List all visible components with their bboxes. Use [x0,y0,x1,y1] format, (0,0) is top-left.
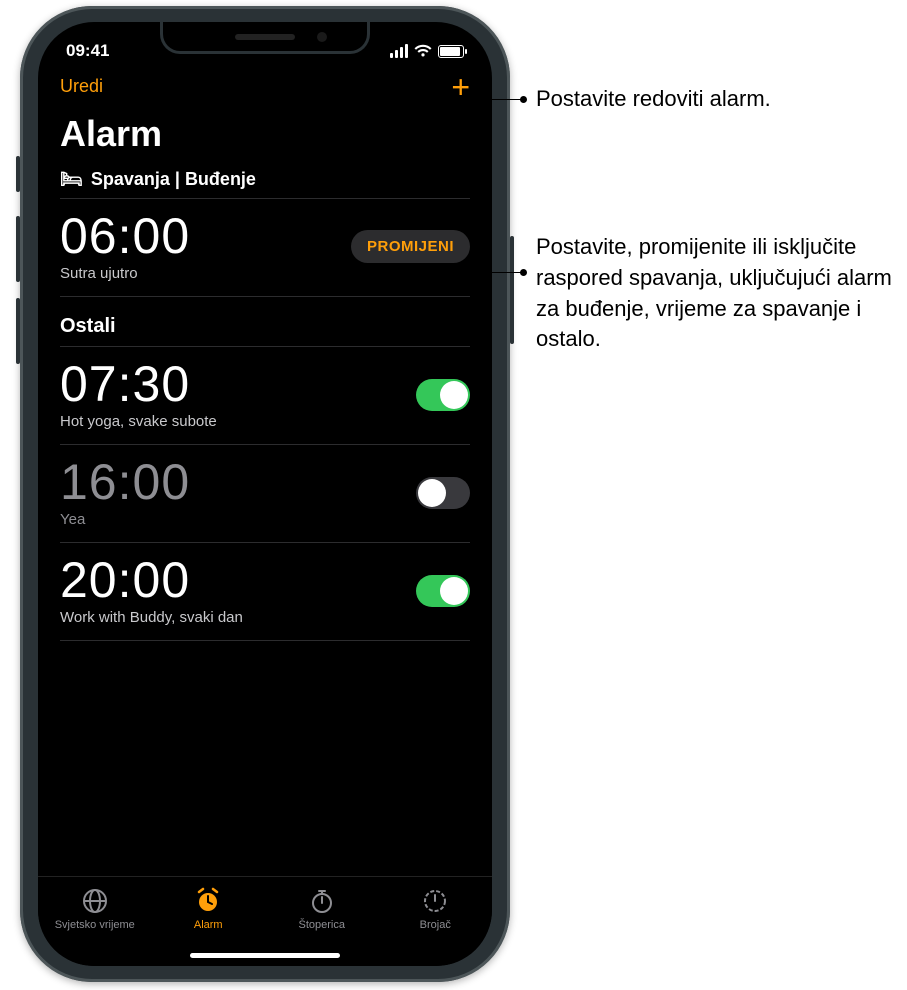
side-button [510,236,514,344]
change-sleep-button[interactable]: PROMIJENI [351,230,470,263]
sleep-section-label: Spavanja | Buđenje [91,169,256,190]
home-indicator[interactable] [190,953,340,958]
callout-change-sleep: Postavite, promijenite ili isključite ra… [536,232,896,355]
status-time: 09:41 [66,41,109,61]
volume-up-button [16,216,20,282]
stopwatch-icon [308,887,336,915]
tab-bar: Svjetsko vrijeme Alarm Štoperica Brojač [38,876,492,966]
notch [160,22,370,54]
callout-add-alarm: Postavite redoviti alarm. [536,84,896,115]
bed-icon: 🛏 [60,169,83,190]
tab-label: Štoperica [299,919,345,931]
tab-world-clock[interactable]: Svjetsko vrijeme [38,877,152,966]
alarm-time: 07:30 [60,359,217,409]
alarm-row[interactable]: 16:00 Yea [38,445,492,542]
page-title: Alarm [38,97,492,169]
alarm-row[interactable]: 07:30 Hot yoga, svake subote [38,347,492,444]
timer-icon [421,887,449,915]
alarm-time: 16:00 [60,457,190,507]
add-alarm-button[interactable]: + [451,77,470,97]
alarm-toggle[interactable] [416,477,470,509]
tab-label: Svjetsko vrijeme [55,919,135,931]
alarm-toggle[interactable] [416,575,470,607]
phone-frame: 09:41 Uredi + Alarm 🛏 Spavanja | Buđenje [20,6,510,982]
wifi-icon [414,44,432,58]
globe-icon [81,887,109,915]
alarm-label: Yea [60,511,190,528]
alarm-row[interactable]: 20:00 Work with Buddy, svaki dan [38,543,492,640]
cellular-icon [390,44,408,58]
alarm-label: Work with Buddy, svaki dan [60,609,243,626]
tab-label: Alarm [194,919,223,931]
alarm-time: 20:00 [60,555,243,605]
sleep-alarm-subtitle: Sutra ujutro [60,265,190,282]
mute-switch [16,156,20,192]
tab-timer[interactable]: Brojač [379,877,493,966]
alarm-clock-icon [194,887,222,915]
edit-button[interactable]: Uredi [60,76,103,97]
others-header: Ostali [38,297,492,346]
screen: 09:41 Uredi + Alarm 🛏 Spavanja | Buđenje [38,22,492,966]
battery-icon [438,45,464,58]
alarm-label: Hot yoga, svake subote [60,413,217,430]
volume-down-button [16,298,20,364]
sleep-alarm-row: 06:00 Sutra ujutro PROMIJENI [38,199,492,296]
sleep-alarm-time: 06:00 [60,211,190,261]
alarm-toggle[interactable] [416,379,470,411]
sleep-section-header: 🛏 Spavanja | Buđenje [38,169,492,198]
tab-label: Brojač [420,919,451,931]
